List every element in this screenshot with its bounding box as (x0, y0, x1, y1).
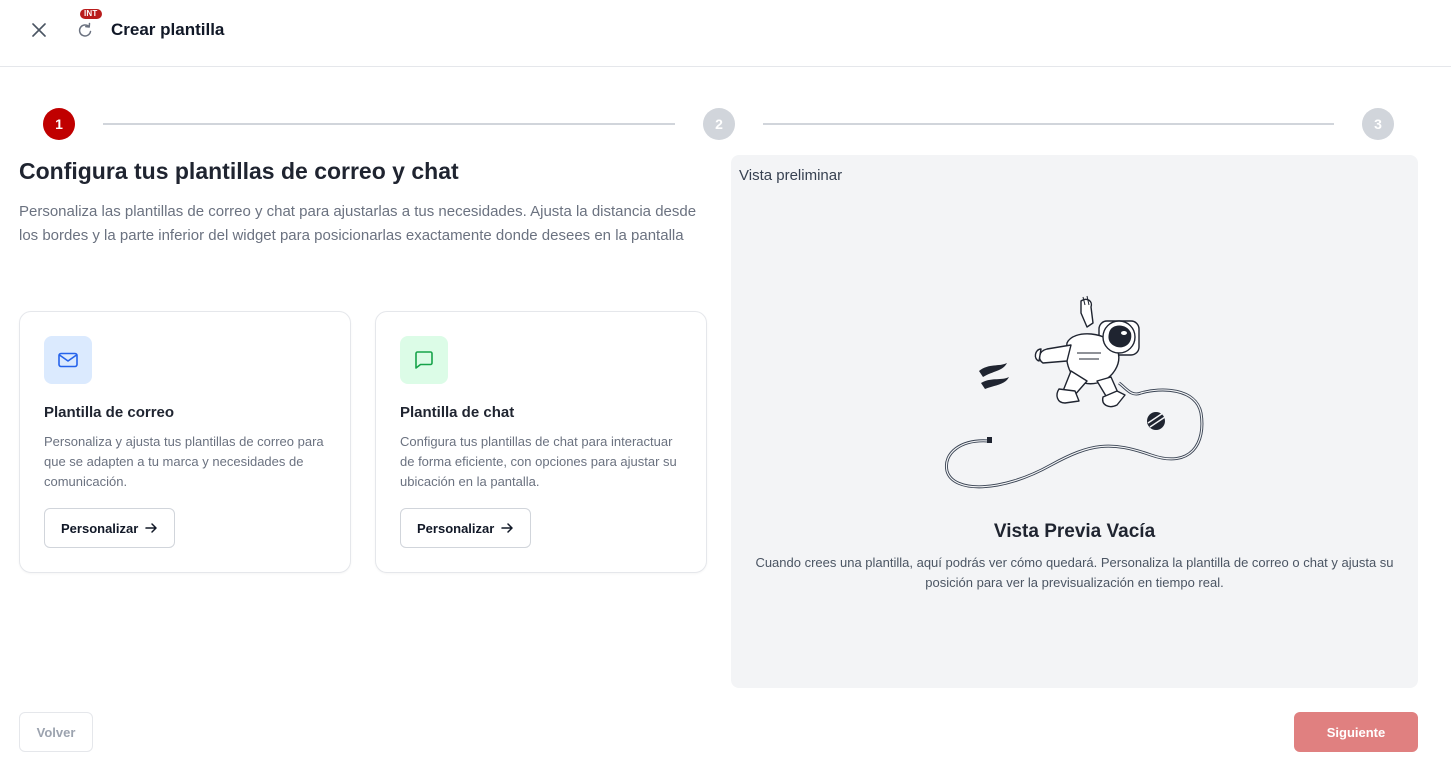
preview-label: Vista preliminar (739, 167, 843, 184)
card-description: Personaliza y ajusta tus plantillas de c… (44, 434, 324, 489)
refresh-icon (78, 22, 92, 37)
section-description: Personaliza las plantillas de correo y c… (19, 203, 697, 244)
close-button[interactable] (28, 19, 50, 41)
arrow-right-icon (501, 523, 514, 533)
section-heading: Configura tus plantillas de correo y cha… (19, 158, 459, 184)
astronaut-illustration (944, 295, 1204, 489)
card-description: Configura tus plantillas de chat para in… (400, 434, 677, 489)
chat-icon (400, 336, 448, 384)
step-1: 1 (43, 108, 75, 140)
chat-template-card: Plantilla de chat Configura tus plantill… (375, 311, 707, 573)
card-title: Plantilla de correo (44, 404, 175, 421)
preview-panel: Vista preliminar Vista Previa Vacía Cuan… (731, 155, 1418, 688)
step-2: 2 (703, 108, 735, 140)
next-button[interactable]: Siguiente (1294, 712, 1418, 752)
card-title: Plantilla de chat (400, 404, 515, 421)
empty-preview-text: Cuando crees una plantilla, aquí podrás … (755, 555, 1394, 590)
customize-chat-button[interactable]: Personalizar (400, 508, 532, 548)
email-template-card: Plantilla de correo Personaliza y ajusta… (19, 311, 351, 573)
customize-email-button[interactable]: Personalizar (44, 508, 176, 548)
back-button[interactable]: Volver (19, 712, 93, 752)
close-icon (32, 23, 46, 37)
empty-preview-title: Vista Previa Vacía (993, 521, 1156, 542)
mail-icon (44, 336, 92, 384)
top-bar: INT Crear plantilla (0, 0, 1451, 67)
step-connector-1 (103, 123, 675, 125)
step-3: 3 (1362, 108, 1394, 140)
page-title: Crear plantilla (111, 20, 225, 39)
button-label: Personalizar (61, 520, 139, 536)
step-connector-2 (763, 123, 1334, 125)
button-label: Personalizar (417, 520, 495, 536)
arrow-right-icon (145, 523, 158, 533)
env-badge: INT (80, 9, 102, 19)
refresh-button[interactable] (74, 18, 96, 42)
